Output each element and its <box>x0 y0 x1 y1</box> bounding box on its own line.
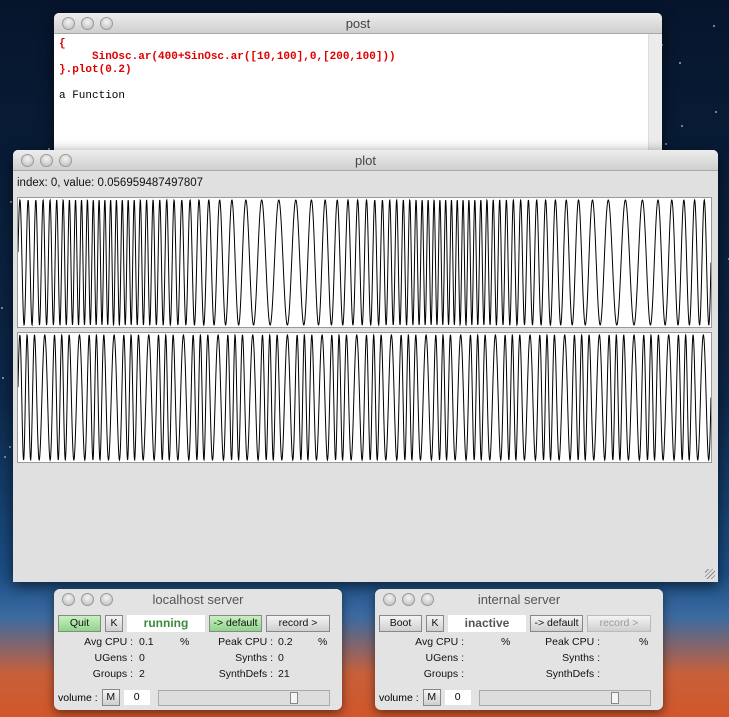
peak-cpu-pct: % <box>639 636 648 648</box>
window-title: post <box>346 16 371 31</box>
star <box>2 377 4 379</box>
slider-thumb[interactable] <box>290 692 298 704</box>
index-readout: index: 0, value: 0.056959487497807 <box>13 171 718 197</box>
close-icon[interactable] <box>21 154 34 167</box>
code-line: SinOsc.ar(400+SinOsc.ar([10,100],0,[200,… <box>59 51 657 64</box>
code-line: }.plot(0.2) <box>59 64 657 77</box>
default-button[interactable]: -> default <box>209 615 262 632</box>
peak-cpu-value: 0.2 <box>278 636 293 648</box>
internal-server-window: internal server Boot K inactive -> defau… <box>375 589 663 710</box>
zoom-icon[interactable] <box>421 593 434 606</box>
slider-thumb[interactable] <box>611 692 619 704</box>
star <box>10 201 12 203</box>
star <box>665 143 667 145</box>
post-output: a Function <box>59 90 657 103</box>
synths-value: 0 <box>278 652 284 664</box>
synths-label: Synths : <box>562 652 600 664</box>
groups-label: Groups : <box>93 668 133 680</box>
star <box>713 25 715 27</box>
record-button[interactable]: record > <box>266 615 330 632</box>
status-display: inactive <box>448 615 526 632</box>
volume-slider[interactable] <box>158 690 330 706</box>
synthdefs-label: SynthDefs : <box>219 668 273 680</box>
mute-button[interactable]: M <box>423 689 441 706</box>
kill-button[interactable]: K <box>426 615 444 632</box>
plot-channel-2[interactable] <box>17 332 712 463</box>
zoom-icon[interactable] <box>100 17 113 30</box>
window-title: localhost server <box>152 592 243 607</box>
avg-cpu-pct: % <box>501 636 510 648</box>
waveform-line <box>18 335 711 460</box>
avg-cpu-label: Avg CPU : <box>415 636 464 648</box>
synthdefs-value: 21 <box>278 668 290 680</box>
localhost-server-window: localhost server Quit K running -> defau… <box>54 589 342 710</box>
peak-cpu-label: Peak CPU : <box>218 636 273 648</box>
plot-window: plot index: 0, value: 0.056959487497807 <box>13 150 718 582</box>
code-line: { <box>59 38 657 51</box>
close-icon[interactable] <box>62 17 75 30</box>
plot-channel-1[interactable] <box>17 197 712 328</box>
groups-value: 2 <box>139 668 145 680</box>
minimize-icon[interactable] <box>402 593 415 606</box>
peak-cpu-pct: % <box>318 636 327 648</box>
synthdefs-label: SynthDefs : <box>546 668 600 680</box>
ugens-label: UGens : <box>425 652 464 664</box>
waveform-line <box>18 200 711 325</box>
zoom-icon[interactable] <box>59 154 72 167</box>
avg-cpu-label: Avg CPU : <box>84 636 133 648</box>
kill-button[interactable]: K <box>105 615 123 632</box>
volume-field[interactable]: 0 <box>124 690 150 705</box>
volume-label: volume : <box>379 692 419 704</box>
boot-button[interactable]: Boot <box>379 615 422 632</box>
peak-cpu-label: Peak CPU : <box>545 636 600 648</box>
star <box>715 111 717 113</box>
synths-label: Synths : <box>235 652 273 664</box>
post-titlebar[interactable]: post <box>54 13 662 34</box>
star <box>1 307 3 309</box>
star <box>4 456 6 458</box>
default-button[interactable]: -> default <box>530 615 583 632</box>
avg-cpu-pct: % <box>180 636 189 648</box>
groups-label: Groups : <box>424 668 464 680</box>
mute-button[interactable]: M <box>102 689 120 706</box>
volume-label: volume : <box>58 692 98 704</box>
window-title: internal server <box>478 592 560 607</box>
minimize-icon[interactable] <box>40 154 53 167</box>
minimize-icon[interactable] <box>81 593 94 606</box>
record-button[interactable]: record > <box>587 615 651 632</box>
quit-button[interactable]: Quit <box>58 615 101 632</box>
ugens-value: 0 <box>139 652 145 664</box>
volume-field[interactable]: 0 <box>445 690 471 705</box>
avg-cpu-value: 0.1 <box>139 636 154 648</box>
ugens-label: UGens : <box>94 652 133 664</box>
star <box>679 62 681 64</box>
zoom-icon[interactable] <box>100 593 113 606</box>
close-icon[interactable] <box>62 593 75 606</box>
star <box>9 446 11 448</box>
window-title: plot <box>355 153 376 168</box>
minimize-icon[interactable] <box>81 17 94 30</box>
close-icon[interactable] <box>383 593 396 606</box>
post-window: post { SinOsc.ar(400+SinOsc.ar([10,100],… <box>54 13 662 173</box>
star <box>681 125 683 127</box>
volume-slider[interactable] <box>479 690 651 706</box>
plot-titlebar[interactable]: plot <box>13 150 718 171</box>
status-display: running <box>127 615 205 632</box>
resize-handle[interactable] <box>705 569 715 579</box>
